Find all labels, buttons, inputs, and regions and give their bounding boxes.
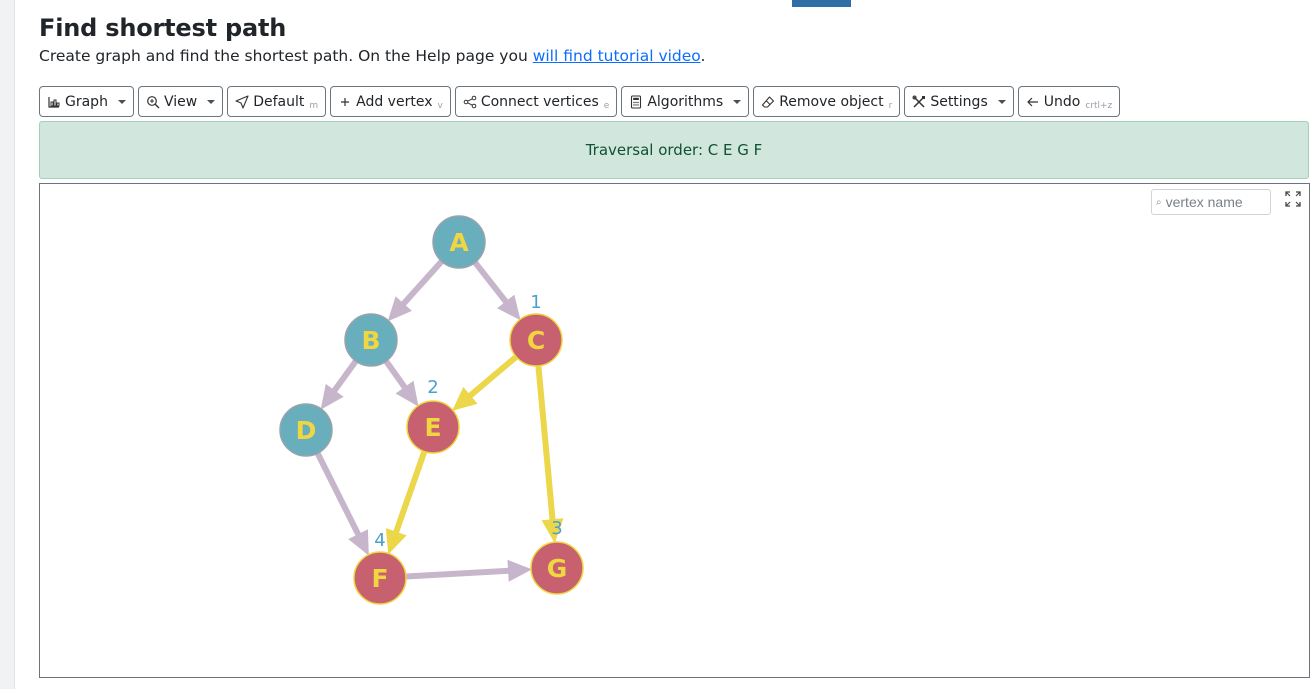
vertex-label: B bbox=[361, 326, 380, 355]
vertex-E[interactable]: E bbox=[406, 400, 460, 454]
traversal-order-number: 3 bbox=[551, 518, 562, 539]
traversal-order-number: 2 bbox=[427, 377, 438, 398]
vertex-C[interactable]: C bbox=[509, 313, 563, 367]
traversal-order-number: 4 bbox=[374, 530, 385, 551]
search-icon: ⌕ bbox=[1156, 196, 1162, 208]
edge-C-G[interactable] bbox=[535, 365, 564, 544]
edge-A-B[interactable] bbox=[387, 259, 444, 322]
vertex-label: E bbox=[424, 413, 441, 442]
vertex-D[interactable]: D bbox=[279, 403, 333, 457]
vertex-label: F bbox=[371, 564, 388, 593]
vertex-F[interactable]: F bbox=[353, 551, 407, 605]
vertex-label: A bbox=[449, 228, 469, 257]
vertex-search-box[interactable]: ⌕ bbox=[1151, 189, 1271, 215]
vertex-label: C bbox=[527, 326, 545, 355]
graph-drawing: A B C 1 D E 2 F 4 G 3 bbox=[279, 215, 584, 605]
edge-arrowhead bbox=[395, 380, 419, 407]
edge-B-E[interactable] bbox=[383, 359, 419, 407]
expand-icon bbox=[1285, 191, 1301, 207]
traversal-order-number: 1 bbox=[530, 292, 541, 313]
vertex-B[interactable]: B bbox=[344, 313, 398, 367]
edge-arrowhead bbox=[507, 559, 533, 582]
edge-C-E[interactable] bbox=[452, 354, 519, 411]
vertex-label: D bbox=[296, 416, 317, 445]
edge-F-G[interactable] bbox=[405, 559, 533, 582]
vertex-A[interactable]: A bbox=[432, 215, 486, 269]
edge-A-C[interactable] bbox=[472, 260, 521, 321]
edge-B-D[interactable] bbox=[320, 359, 359, 410]
vertex-label: G bbox=[547, 554, 568, 583]
vertex-G[interactable]: G bbox=[530, 541, 584, 595]
edge-arrowhead bbox=[385, 528, 407, 555]
edge-D-F[interactable] bbox=[314, 451, 369, 556]
edge-E-F[interactable] bbox=[385, 450, 428, 555]
fullscreen-button[interactable] bbox=[1284, 190, 1302, 208]
vertex-search-input[interactable] bbox=[1165, 194, 1262, 210]
